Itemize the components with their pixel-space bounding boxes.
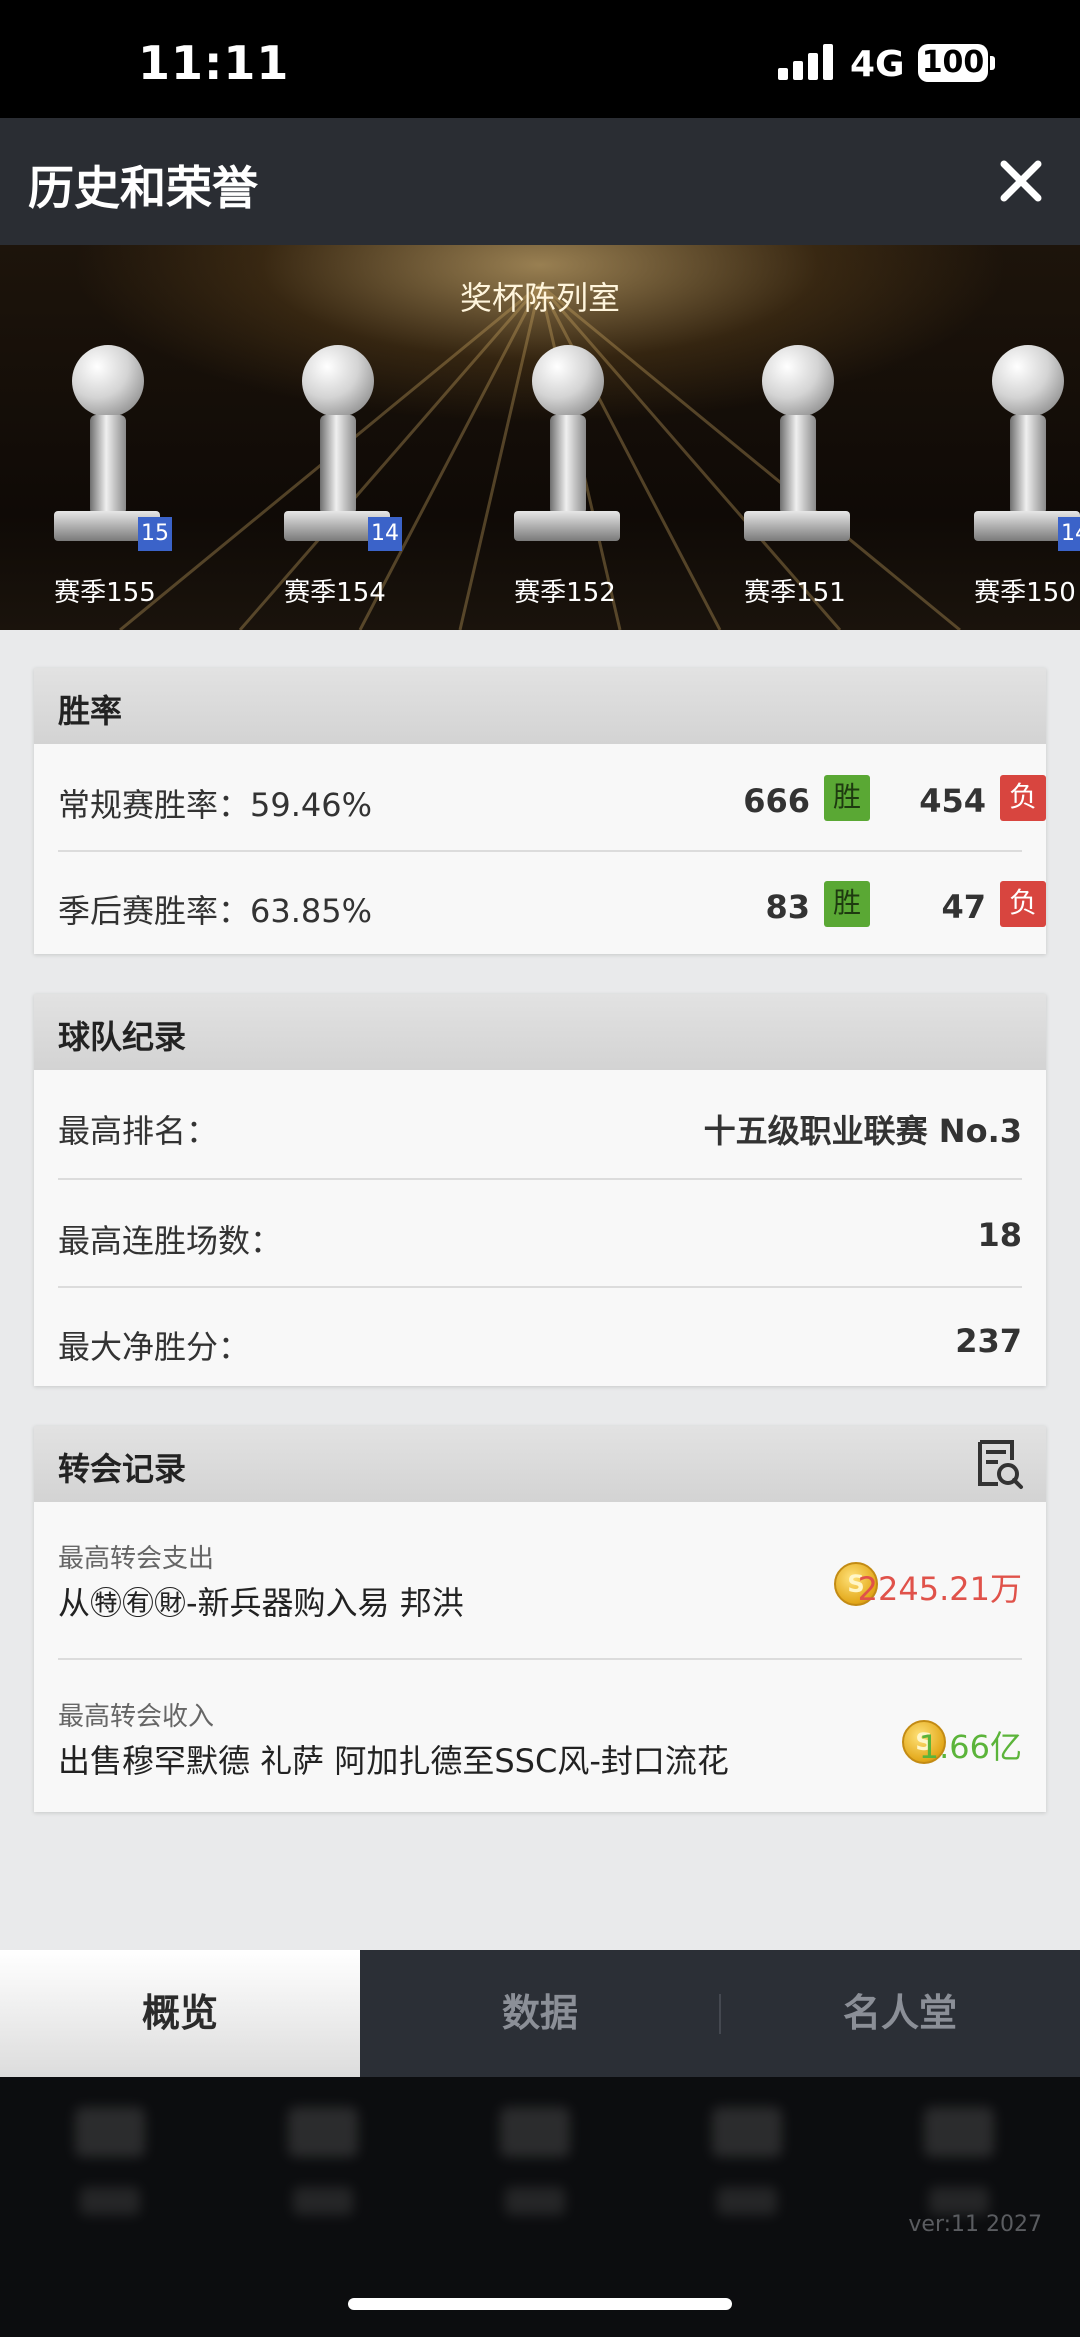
transfer-income-label: 最高转会收入: [58, 1702, 215, 1732]
card-title: 胜率: [58, 692, 123, 730]
regular-season-row: 常规赛胜率：59.46% 666 胜 454 负: [58, 744, 1046, 852]
record-row: 最高排名： 十五级职业联赛 No.3: [58, 1070, 1022, 1180]
basketball-icon: [992, 345, 1064, 417]
basketball-icon: [762, 345, 834, 417]
record-value: 18: [977, 1216, 1022, 1254]
trophy-base: [744, 511, 850, 541]
version-label: ver:11 2027: [908, 2212, 1042, 2237]
trophy-item[interactable]: 15 赛季155: [40, 345, 172, 608]
team-record-card: 球队纪录 最高排名： 十五级职业联赛 No.3 最高连胜场数： 18 最大净胜分…: [34, 994, 1046, 1386]
playoff-win-rate: 季后赛胜率：63.85%: [58, 892, 373, 930]
record-value: 237: [955, 1322, 1022, 1360]
card-header: 球队纪录: [34, 994, 1046, 1070]
record-label: 最大净胜分：: [58, 1328, 251, 1366]
trophy-season-label: 赛季155: [54, 578, 156, 608]
trophy-stem: [320, 415, 356, 515]
search-document-icon[interactable]: [972, 1438, 1024, 1490]
win-rate-card: 胜率 常规赛胜率：59.46% 666 胜 454 负 季后赛胜率：63.85%…: [34, 668, 1046, 954]
status-time: 11:11: [138, 36, 290, 90]
basketball-icon: [532, 345, 604, 417]
trophy-season-label: 赛季152: [514, 578, 616, 608]
transfer-row: 最高转会支出 从㊕㊒㊖-新兵器购入易 邦洪 S 2245.21万: [58, 1502, 1022, 1660]
tab-hall-of-fame[interactable]: 名人堂: [720, 1950, 1080, 2077]
tab-overview[interactable]: 概览: [0, 1950, 360, 2077]
card-title: 转会记录: [58, 1450, 187, 1488]
record-label: 最高排名：: [58, 1112, 219, 1150]
battery-icon: 100: [918, 44, 988, 82]
record-row: 最高连胜场数： 18: [58, 1180, 1022, 1288]
basketball-icon: [72, 345, 144, 417]
blurred-nav-item: [490, 2107, 580, 2257]
loss-badge: 负: [1000, 881, 1046, 927]
transfer-spend-text: 从㊕㊒㊖-新兵器购入易 邦洪: [58, 1584, 464, 1622]
transfer-spend-amount: 2245.21万: [857, 1570, 1022, 1608]
status-bar: 11:11 4G 100: [0, 0, 1080, 118]
playoff-losses: 47: [941, 888, 986, 926]
card-title: 球队纪录: [58, 1018, 187, 1056]
battery-tip: [990, 56, 995, 70]
win-badge: 胜: [824, 881, 870, 927]
trophy-item[interactable]: 赛季151: [730, 345, 860, 608]
record-value: 十五级职业联赛 No.3: [703, 1112, 1022, 1150]
trophy-room-title: 奖杯陈列室: [459, 279, 620, 317]
blurred-nav-item: [65, 2107, 155, 2257]
page-header: 历史和荣誉: [0, 118, 1080, 245]
trophy-count-badge: 14: [368, 517, 402, 551]
regular-win-rate: 常规赛胜率：59.46%: [58, 786, 373, 824]
network-type: 4G: [850, 44, 905, 85]
close-icon[interactable]: [998, 158, 1044, 204]
playoff-row: 季后赛胜率：63.85% 83 胜 47 负: [58, 852, 1046, 952]
transfer-row: 最高转会收入 出售穆罕默德 礼萨 阿加扎德至SSC风-封口流花 S 1.66亿: [58, 1660, 1022, 1810]
trophy-count-badge: 15: [138, 517, 172, 551]
trophy-base: [514, 511, 620, 541]
regular-wins: 666: [743, 782, 810, 820]
home-indicator[interactable]: [348, 2298, 732, 2310]
content-area: 胜率 常规赛胜率：59.46% 666 胜 454 负 季后赛胜率：63.85%…: [0, 630, 1080, 1950]
trophy-season-label: 赛季151: [744, 578, 846, 608]
tab-data[interactable]: 数据: [360, 1950, 720, 2077]
trophy-item[interactable]: 14 赛季154: [270, 345, 402, 608]
trophy-count-badge: 14: [1058, 517, 1080, 551]
basketball-icon: [302, 345, 374, 417]
transfer-spend-label: 最高转会支出: [58, 1544, 215, 1574]
trophy-item[interactable]: 14 赛季150: [960, 345, 1080, 608]
win-badge: 胜: [824, 775, 870, 821]
blurred-nav-item: [702, 2107, 792, 2257]
trophy-stem: [90, 415, 126, 515]
trophy-room-banner: 奖杯陈列室 15 赛季155 14 赛季154 赛季152 赛季151 14 赛…: [0, 245, 1080, 630]
card-header: 胜率: [34, 668, 1046, 744]
signal-icon: [778, 44, 834, 80]
trophy-stem: [780, 415, 816, 515]
trophy-season-label: 赛季154: [284, 578, 386, 608]
tab-bar: 概览 数据 名人堂: [0, 1950, 1080, 2077]
transfer-income-text: 出售穆罕默德 礼萨 阿加扎德至SSC风-封口流花: [58, 1742, 729, 1780]
transfer-record-card: 转会记录 最高转会支出 从㊕㊒㊖-新兵器购入易 邦洪 S 2245.21万 最高…: [34, 1426, 1046, 1812]
trophy-item[interactable]: 赛季152: [500, 345, 630, 608]
record-row: 最大净胜分： 237: [58, 1288, 1022, 1386]
record-label: 最高连胜场数：: [58, 1222, 283, 1260]
blurred-nav-item: [278, 2107, 368, 2257]
playoff-wins: 83: [765, 888, 810, 926]
card-header: 转会记录: [34, 1426, 1046, 1502]
trophy-season-label: 赛季150: [974, 578, 1076, 608]
transfer-income-amount: 1.66亿: [918, 1728, 1022, 1766]
page-title: 历史和荣誉: [28, 161, 258, 215]
regular-losses: 454: [919, 782, 986, 820]
trophy-stem: [550, 415, 586, 515]
loss-badge: 负: [1000, 775, 1046, 821]
trophy-stem: [1010, 415, 1046, 515]
